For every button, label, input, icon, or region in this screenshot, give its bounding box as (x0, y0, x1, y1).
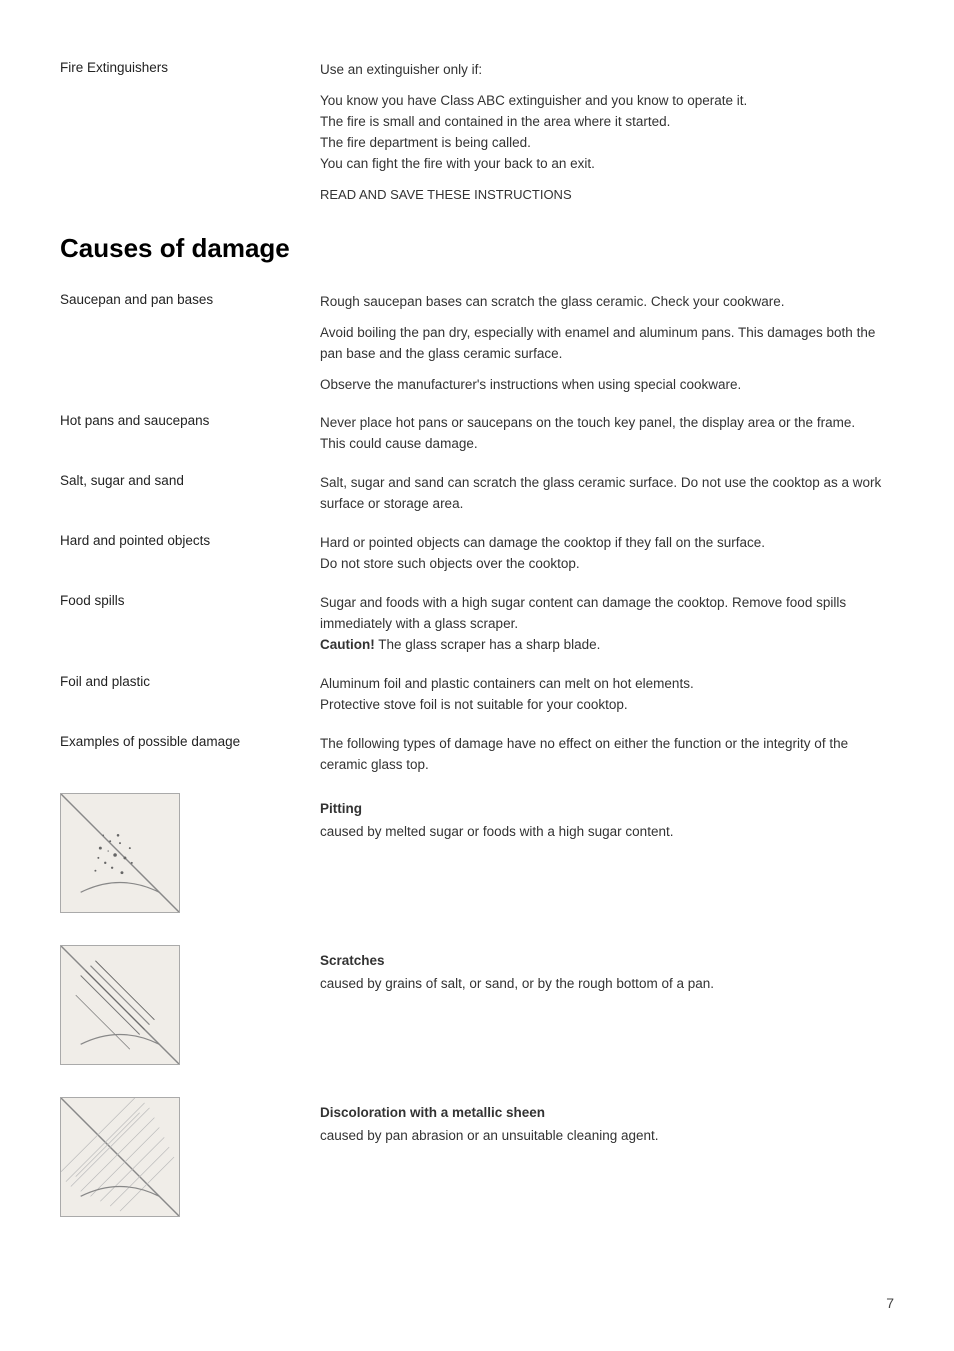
hot-pans-section: Hot pans and saucepans Never place hot p… (60, 413, 894, 455)
saucepan-para-2: Avoid boiling the pan dry, especially wi… (320, 323, 894, 365)
saucepan-section: Saucepan and pan bases Rough saucepan ba… (60, 292, 894, 396)
caution-label: Caution! (320, 637, 375, 652)
hot-pans-para-1: Never place hot pans or saucepans on the… (320, 413, 894, 455)
pitting-text: Pitting caused by melted sugar or foods … (320, 793, 894, 842)
pitting-title: Pitting (320, 799, 894, 819)
scratches-description: caused by grains of salt, or sand, or by… (320, 974, 894, 994)
hard-objects-para-1: Hard or pointed objects can damage the c… (320, 533, 894, 575)
foil-section: Foil and plastic Aluminum foil and plast… (60, 674, 894, 716)
pitting-image (60, 793, 180, 913)
saucepan-content: Rough saucepan bases can scratch the gla… (320, 292, 894, 396)
hot-pans-content: Never place hot pans or saucepans on the… (320, 413, 894, 455)
examples-content: The following types of damage have no ef… (320, 734, 894, 776)
causes-of-damage-heading: Causes of damage (60, 233, 894, 264)
saucepan-para-3: Observe the manufacturer's instructions … (320, 375, 894, 396)
salt-content: Salt, sugar and sand can scratch the gla… (320, 473, 894, 515)
fire-ext-label-text: Fire Extinguishers (60, 60, 168, 75)
foil-content: Aluminum foil and plastic containers can… (320, 674, 894, 716)
examples-para-1: The following types of damage have no ef… (320, 734, 894, 776)
salt-para-1: Salt, sugar and sand can scratch the gla… (320, 473, 894, 515)
fire-ext-intro: Use an extinguisher only if: (320, 60, 894, 81)
hard-objects-label: Hard and pointed objects (60, 533, 320, 575)
discoloration-svg (61, 1098, 179, 1216)
saucepan-label: Saucepan and pan bases (60, 292, 320, 396)
scratches-image-wrapper (60, 945, 320, 1065)
scratches-image (60, 945, 180, 1065)
examples-label: Examples of possible damage (60, 734, 320, 776)
food-spills-content: Sugar and foods with a high sugar conten… (320, 593, 894, 656)
discoloration-description: caused by pan abrasion or an unsuitable … (320, 1126, 894, 1146)
scratches-text: Scratches caused by grains of salt, or s… (320, 945, 894, 994)
food-spills-label: Food spills (60, 593, 320, 656)
pitting-row: Pitting caused by melted sugar or foods … (60, 793, 894, 913)
discoloration-image (60, 1097, 180, 1217)
pitting-svg (61, 794, 179, 912)
food-spills-section: Food spills Sugar and foods with a high … (60, 593, 894, 656)
fire-ext-footer: READ AND SAVE THESE INSTRUCTIONS (320, 185, 894, 205)
scratches-title: Scratches (320, 951, 894, 971)
scratches-row: Scratches caused by grains of salt, or s… (60, 945, 894, 1065)
scratches-svg (61, 946, 179, 1064)
hard-objects-section: Hard and pointed objects Hard or pointed… (60, 533, 894, 575)
fire-ext-content: Use an extinguisher only if: You know yo… (320, 60, 894, 205)
pitting-image-wrapper (60, 793, 320, 913)
fire-extinguishers-label: Fire Extinguishers (60, 60, 320, 205)
food-spills-para-1: Sugar and foods with a high sugar conten… (320, 593, 894, 656)
salt-label: Salt, sugar and sand (60, 473, 320, 515)
page-number: 7 (886, 1295, 894, 1311)
damage-examples-container: Pitting caused by melted sugar or foods … (60, 793, 894, 1217)
discoloration-row: Discoloration with a metallic sheen caus… (60, 1097, 894, 1217)
discoloration-text: Discoloration with a metallic sheen caus… (320, 1097, 894, 1146)
saucepan-para-1: Rough saucepan bases can scratch the gla… (320, 292, 894, 313)
examples-section: Examples of possible damage The followin… (60, 734, 894, 776)
hard-objects-content: Hard or pointed objects can damage the c… (320, 533, 894, 575)
discoloration-title: Discoloration with a metallic sheen (320, 1103, 894, 1123)
salt-section: Salt, sugar and sand Salt, sugar and san… (60, 473, 894, 515)
foil-para-1: Aluminum foil and plastic containers can… (320, 674, 894, 716)
discoloration-image-wrapper (60, 1097, 320, 1217)
foil-label: Foil and plastic (60, 674, 320, 716)
fire-extinguishers-section: Fire Extinguishers Use an extinguisher o… (60, 60, 894, 205)
pitting-description: caused by melted sugar or foods with a h… (320, 822, 894, 842)
fire-ext-body: You know you have Class ABC extinguisher… (320, 91, 894, 175)
hot-pans-label: Hot pans and saucepans (60, 413, 320, 455)
